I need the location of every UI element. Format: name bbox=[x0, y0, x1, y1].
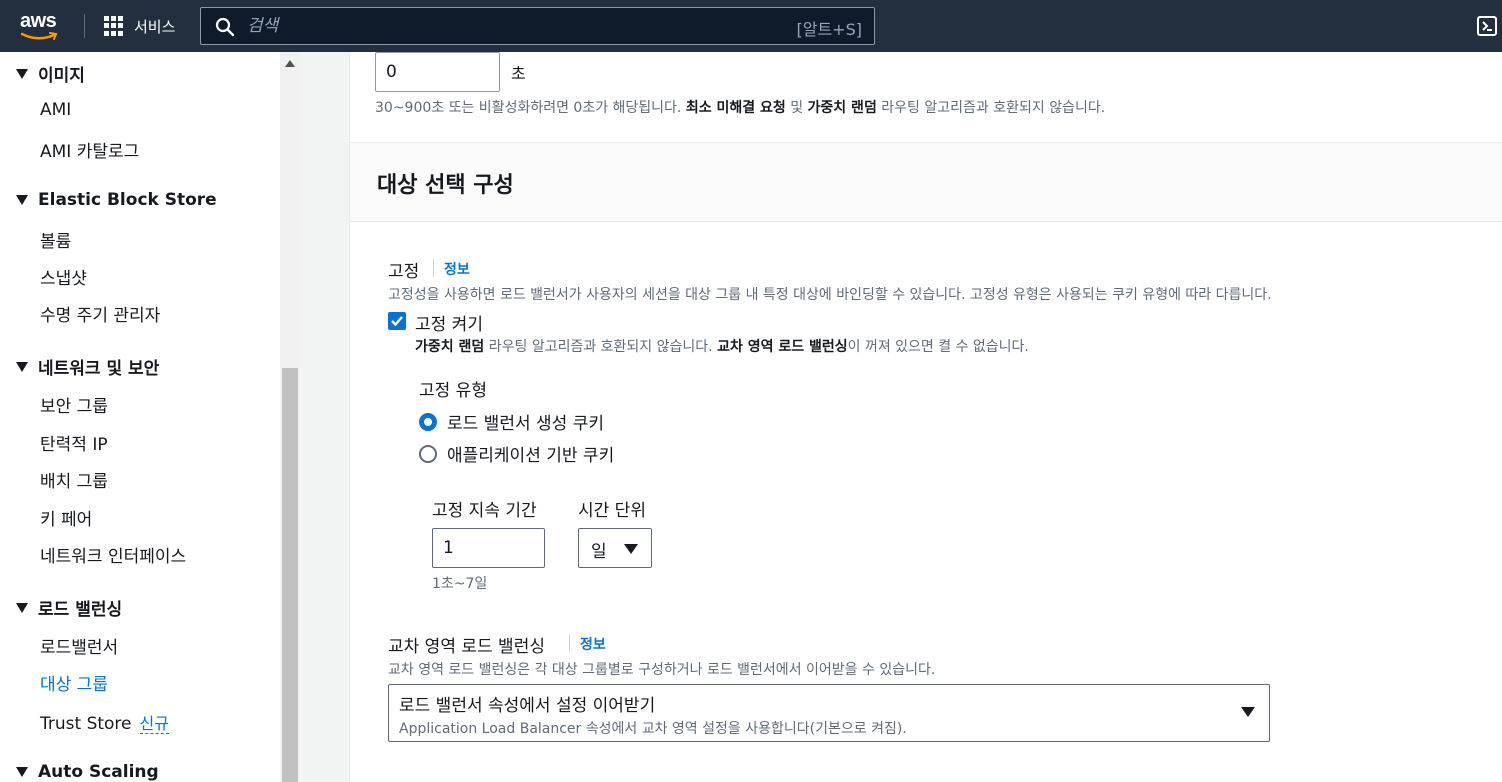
caret-down-icon bbox=[16, 68, 28, 79]
cross-zone-select-description: Application Load Balancer 속성에서 교차 영역 설정을… bbox=[399, 721, 907, 737]
cross-zone-label: 교차 영역 로드 밸런싱 bbox=[388, 637, 545, 657]
radio-app-cookie-label[interactable]: 애플리케이션 기반 쿠키 bbox=[447, 441, 614, 466]
duration-input[interactable] bbox=[432, 528, 545, 568]
cross-zone-info-link[interactable]: 정보 bbox=[580, 634, 606, 654]
sidebar-section-images[interactable]: 이미지 bbox=[16, 61, 85, 86]
sidebar-item-network-interfaces[interactable]: 네트워크 인터페이스 bbox=[40, 542, 186, 567]
time-unit-label: 시간 단위 bbox=[578, 501, 646, 521]
sidebar-item-key-pairs[interactable]: 키 페어 bbox=[40, 505, 92, 530]
sidebar-item-volumes[interactable]: 볼륨 bbox=[40, 227, 71, 252]
deregistration-delay-input[interactable] bbox=[375, 52, 500, 92]
caret-down-icon bbox=[16, 195, 28, 205]
sidebar-section-label: 로드 밸런싱 bbox=[38, 600, 123, 620]
sidebar-section-label: Auto Scaling bbox=[38, 762, 159, 782]
caret-down-icon bbox=[1241, 707, 1255, 717]
scroll-thumb[interactable] bbox=[282, 368, 298, 782]
sidebar-section-label: 이미지 bbox=[38, 66, 85, 86]
caret-down-icon bbox=[16, 602, 28, 613]
cloudshell-icon[interactable] bbox=[1477, 16, 1497, 36]
sidebar-section-auto-scaling[interactable]: Auto Scaling bbox=[16, 762, 159, 782]
aws-logo[interactable]: aws bbox=[18, 10, 64, 40]
sidebar-section-network-security[interactable]: 네트워크 및 보안 bbox=[16, 354, 159, 379]
sidebar-section-label: Elastic Block Store bbox=[38, 190, 217, 210]
new-badge: 신규 bbox=[139, 714, 169, 734]
stickiness-checkbox[interactable] bbox=[388, 312, 406, 330]
info-separator bbox=[569, 634, 570, 652]
search-shortcut: [알트+S] bbox=[796, 20, 863, 39]
section-header: 대상 선택 구성 bbox=[350, 142, 1502, 222]
section-title: 대상 선택 구성 bbox=[377, 173, 514, 198]
radio-lb-cookie[interactable] bbox=[419, 413, 437, 431]
time-unit-value: 일 bbox=[591, 542, 607, 562]
duration-hint: 1초~7일 bbox=[432, 576, 488, 592]
sidebar-item-elastic-ip[interactable]: 탄력적 IP bbox=[40, 430, 108, 455]
sidebar-item-label: Trust Store bbox=[40, 714, 132, 734]
stickiness-checkbox-label[interactable]: 고정 켜기 bbox=[415, 310, 483, 335]
sidebar-section-load-balancing[interactable]: 로드 밸런싱 bbox=[16, 595, 122, 620]
sidebar-item-trust-store[interactable]: Trust Store 신규 bbox=[40, 710, 169, 734]
stickiness-type-label: 고정 유형 bbox=[419, 381, 487, 401]
sidebar-item-load-balancers[interactable]: 로드밸런서 bbox=[40, 633, 118, 658]
stickiness-label: 고정 bbox=[388, 262, 420, 282]
caret-down-icon bbox=[16, 767, 28, 777]
cross-zone-select[interactable]: 로드 밸런서 속성에서 설정 이어받기 Application Load Bal… bbox=[388, 684, 1270, 742]
search-bar[interactable]: [알트+S] bbox=[200, 7, 875, 45]
caret-down-icon bbox=[16, 361, 28, 372]
seconds-unit: 초 bbox=[511, 64, 526, 83]
sidebar-item-security-groups[interactable]: 보안 그룹 bbox=[40, 392, 108, 417]
sidebar-item-target-groups[interactable]: 대상 그룹 bbox=[40, 670, 108, 695]
aws-smile-icon bbox=[20, 32, 58, 40]
cross-zone-select-title: 로드 밸런서 속성에서 설정 이어받기 bbox=[399, 696, 656, 716]
top-navigation: aws 서비스 [알트+S] bbox=[0, 0, 1502, 52]
deregistration-hint: 30~900초 또는 비활성화하려면 0초가 해당됩니다. 최소 미해결 요청 … bbox=[375, 100, 1106, 116]
info-separator bbox=[433, 259, 434, 277]
radio-lb-cookie-label[interactable]: 로드 밸런서 생성 쿠키 bbox=[447, 409, 604, 434]
services-label: 서비스 bbox=[134, 17, 176, 36]
stickiness-description: 고정성을 사용하면 로드 밸런서가 사용자의 세션을 대상 그룹 내 특정 대상… bbox=[388, 287, 1272, 303]
form-panel: 초 30~900초 또는 비활성화하려면 0초가 해당됩니다. 최소 미해결 요… bbox=[349, 52, 1502, 782]
check-icon bbox=[391, 316, 403, 327]
sidebar-item-snapshots[interactable]: 스냅샷 bbox=[40, 264, 87, 289]
stickiness-warning: 가중치 랜덤 라우팅 알고리즘과 호환되지 않습니다. 교차 영역 로드 밸런싱… bbox=[415, 339, 1029, 355]
sidebar-item-placement-groups[interactable]: 배치 그룹 bbox=[40, 467, 108, 492]
caret-down-icon bbox=[624, 544, 638, 554]
sidebar-item-lifecycle-manager[interactable]: 수명 주기 관리자 bbox=[40, 301, 160, 326]
sidebar-section-ebs[interactable]: Elastic Block Store bbox=[16, 190, 217, 210]
aws-logo-text: aws bbox=[20, 10, 57, 32]
sidebar-item-ami-catalog[interactable]: AMI 카탈로그 bbox=[40, 137, 139, 162]
side-navigation: 이미지 AMI AMI 카탈로그 Elastic Block Store 볼륨 … bbox=[0, 52, 300, 782]
time-unit-select[interactable]: 일 bbox=[578, 528, 652, 568]
radio-app-cookie[interactable] bbox=[419, 445, 437, 463]
sidebar-scrollbar[interactable] bbox=[280, 52, 300, 782]
grid-icon bbox=[104, 16, 124, 36]
search-input[interactable] bbox=[247, 12, 767, 40]
main-content: 초 30~900초 또는 비활성화하려면 0초가 해당됩니다. 최소 미해결 요… bbox=[300, 52, 1502, 782]
services-menu-button[interactable]: 서비스 bbox=[104, 14, 175, 38]
search-icon bbox=[215, 17, 235, 37]
sidebar-item-ami[interactable]: AMI bbox=[40, 100, 71, 120]
stickiness-info-link[interactable]: 정보 bbox=[444, 259, 470, 279]
cross-zone-description: 교차 영역 로드 밸런싱은 각 대상 그룹별로 구성하거나 로드 밸런서에서 이… bbox=[388, 662, 936, 678]
nav-divider bbox=[84, 14, 85, 38]
scroll-up-arrow-icon[interactable] bbox=[285, 60, 295, 67]
sidebar-section-label: 네트워크 및 보안 bbox=[38, 359, 160, 379]
duration-label: 고정 지속 기간 bbox=[432, 501, 537, 521]
